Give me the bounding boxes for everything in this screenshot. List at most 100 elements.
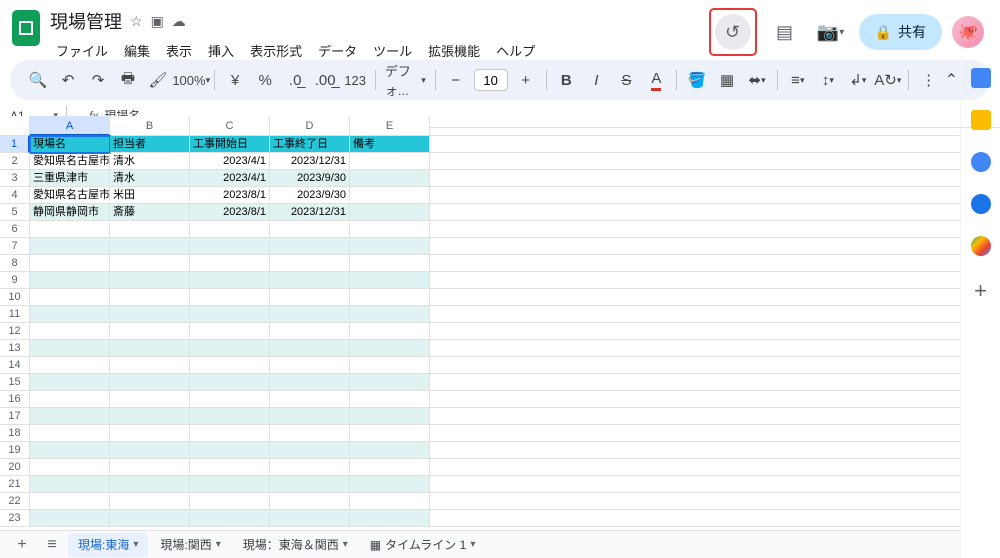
col-header[interactable]: A <box>30 116 110 136</box>
cell[interactable] <box>270 442 350 459</box>
cell[interactable] <box>190 459 270 476</box>
cell[interactable] <box>30 425 110 442</box>
increase-decimal-icon[interactable]: .00̲ <box>311 66 339 94</box>
cell[interactable] <box>30 459 110 476</box>
cell[interactable] <box>350 442 430 459</box>
cell[interactable] <box>190 391 270 408</box>
cell[interactable] <box>270 255 350 272</box>
cell[interactable] <box>350 323 430 340</box>
cell[interactable] <box>30 306 110 323</box>
chevron-down-icon[interactable]: ▾ <box>343 539 348 550</box>
cell[interactable]: 清水 <box>110 153 190 170</box>
wrap-icon[interactable]: ↲ ▾ <box>844 66 872 94</box>
share-button[interactable]: 🔒 共有 <box>859 14 942 50</box>
cell[interactable] <box>110 221 190 238</box>
font-decrease-icon[interactable]: − <box>442 66 470 94</box>
cell[interactable] <box>30 238 110 255</box>
sheet-tab[interactable]: ▦タイムライン 1▾ <box>360 533 486 557</box>
cell[interactable] <box>350 255 430 272</box>
cell[interactable]: 工事終了日 <box>270 136 350 153</box>
select-all-corner[interactable] <box>0 116 30 136</box>
cell[interactable] <box>270 510 350 527</box>
row-header[interactable]: 10 <box>0 289 30 306</box>
cell[interactable] <box>190 510 270 527</box>
cell[interactable] <box>30 357 110 374</box>
cell[interactable] <box>30 391 110 408</box>
doc-title[interactable]: 現場管理 <box>50 8 122 34</box>
cell[interactable] <box>270 408 350 425</box>
fill-color-icon[interactable]: 🪣 <box>683 66 711 94</box>
cell[interactable] <box>350 238 430 255</box>
cell[interactable] <box>190 408 270 425</box>
tasks-icon[interactable] <box>971 152 991 172</box>
cell[interactable] <box>30 442 110 459</box>
chevron-down-icon[interactable]: ▾ <box>133 539 138 550</box>
cell[interactable] <box>30 272 110 289</box>
row-header[interactable]: 13 <box>0 340 30 357</box>
cell[interactable]: 2023/9/30 <box>270 170 350 187</box>
cell[interactable] <box>110 374 190 391</box>
cell[interactable] <box>110 323 190 340</box>
cell[interactable] <box>350 306 430 323</box>
cell[interactable] <box>190 323 270 340</box>
borders-icon[interactable]: ▦ <box>713 66 741 94</box>
cell[interactable] <box>190 238 270 255</box>
cell[interactable] <box>30 221 110 238</box>
cell[interactable] <box>190 289 270 306</box>
cell[interactable] <box>190 374 270 391</box>
cell[interactable] <box>30 510 110 527</box>
v-align-icon[interactable]: ↕ ▾ <box>814 66 842 94</box>
h-align-icon[interactable]: ≡ ▾ <box>784 66 812 94</box>
row-header[interactable]: 15 <box>0 374 30 391</box>
cell[interactable] <box>350 289 430 306</box>
menu-insert[interactable]: 挿入 <box>202 37 240 64</box>
row-header[interactable]: 17 <box>0 408 30 425</box>
cell[interactable] <box>190 272 270 289</box>
cell[interactable] <box>190 357 270 374</box>
menu-edit[interactable]: 編集 <box>118 37 156 64</box>
cell[interactable] <box>270 459 350 476</box>
row-header[interactable]: 4 <box>0 187 30 204</box>
cell[interactable] <box>30 323 110 340</box>
font-increase-icon[interactable]: + <box>512 66 540 94</box>
col-header[interactable]: B <box>110 116 190 136</box>
cell[interactable] <box>110 408 190 425</box>
cell[interactable]: 静岡県静岡市 <box>30 204 110 221</box>
row-header[interactable]: 8 <box>0 255 30 272</box>
cell[interactable]: 愛知県名古屋市 <box>30 187 110 204</box>
cell[interactable] <box>110 289 190 306</box>
cell[interactable] <box>350 476 430 493</box>
cell[interactable]: 担当者 <box>110 136 190 153</box>
cell[interactable] <box>270 357 350 374</box>
cell[interactable] <box>190 442 270 459</box>
cell[interactable] <box>30 340 110 357</box>
meet-icon[interactable]: 📷 ▾ <box>813 14 849 50</box>
contacts-icon[interactable] <box>971 194 991 214</box>
cell[interactable] <box>30 289 110 306</box>
cell[interactable]: 現場名 <box>30 136 110 153</box>
row-header[interactable]: 23 <box>0 510 30 527</box>
font-select[interactable]: デフォ... ▾ <box>382 66 429 94</box>
cell[interactable]: 2023/8/1 <box>190 187 270 204</box>
rotate-icon[interactable]: A↻ ▾ <box>874 66 902 94</box>
redo-icon[interactable]: ↷ <box>84 66 112 94</box>
paint-format-icon[interactable]: 🖌 <box>144 66 172 94</box>
account-avatar[interactable]: 🐙 <box>952 16 984 48</box>
row-header[interactable]: 5 <box>0 204 30 221</box>
cell[interactable] <box>190 221 270 238</box>
cell[interactable]: 米田 <box>110 187 190 204</box>
cell[interactable] <box>270 272 350 289</box>
cell[interactable] <box>350 340 430 357</box>
row-header[interactable]: 16 <box>0 391 30 408</box>
col-header[interactable]: C <box>190 116 270 136</box>
cell[interactable]: 三重県津市 <box>30 170 110 187</box>
row-header[interactable]: 2 <box>0 153 30 170</box>
cell[interactable] <box>30 493 110 510</box>
menu-file[interactable]: ファイル <box>50 37 114 64</box>
row-header[interactable]: 20 <box>0 459 30 476</box>
sheet-tab[interactable]: 現場:東海▾ <box>68 533 148 557</box>
cell[interactable] <box>190 493 270 510</box>
cell[interactable] <box>110 391 190 408</box>
cell[interactable] <box>30 476 110 493</box>
cell[interactable]: 2023/4/1 <box>190 170 270 187</box>
